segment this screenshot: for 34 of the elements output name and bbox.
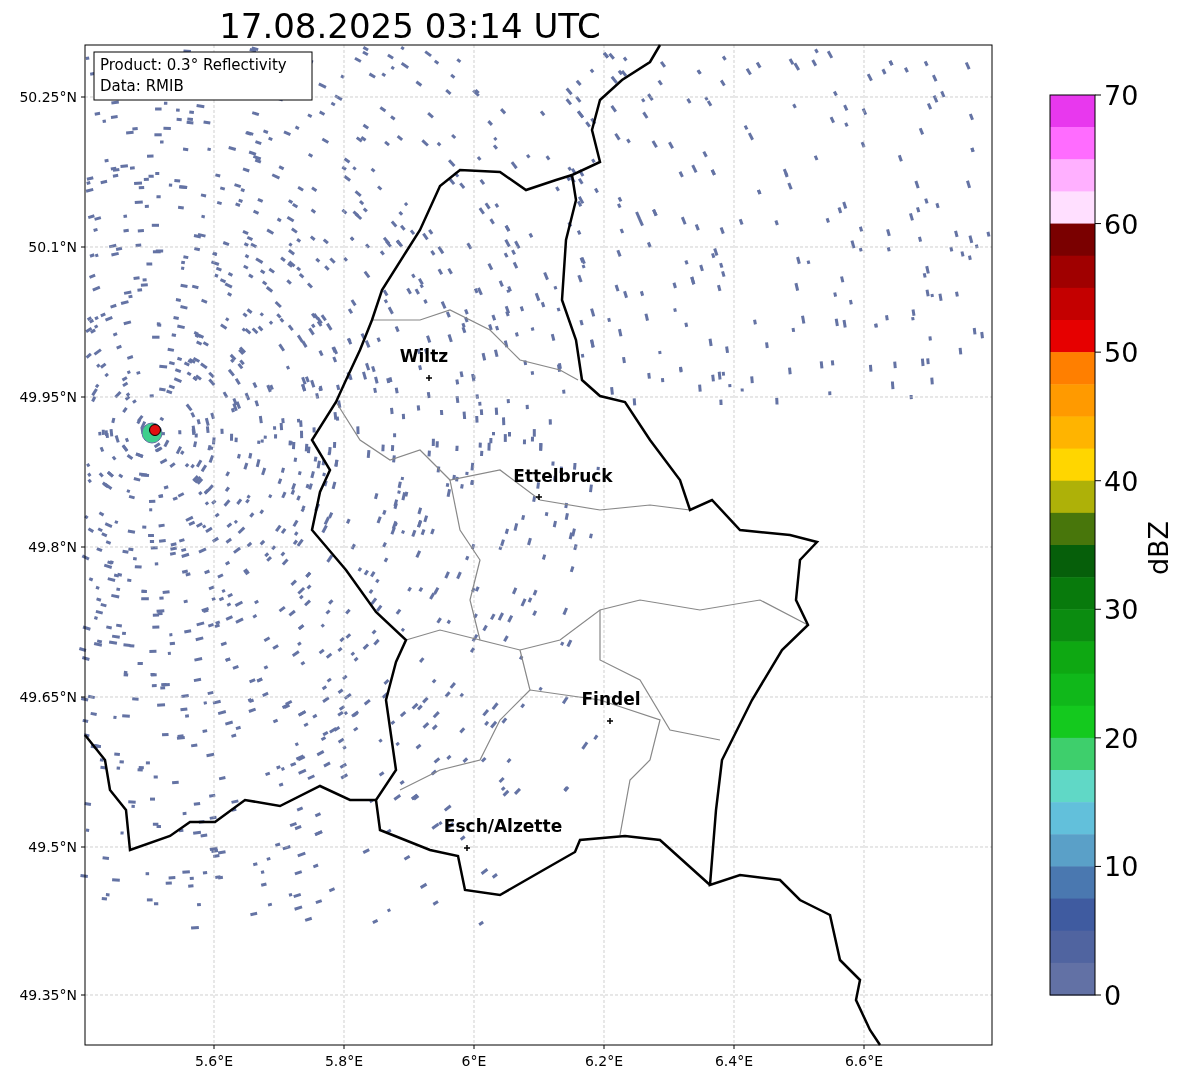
info-text: Data: RMIB (100, 77, 184, 95)
axis-tick-label: 6.6°E (844, 1053, 884, 1069)
city-label: Wiltz (399, 346, 449, 366)
city-label: Ettelbruck (513, 466, 613, 486)
colorbar-tick-label: 0 (1104, 980, 1122, 1011)
city-marker-icon (463, 844, 471, 852)
city-marker-icon (606, 717, 614, 725)
colorbar-tick-label: 60 (1104, 208, 1139, 240)
colorbar-tick-label: 40 (1104, 465, 1139, 497)
axis-tick-label: 50.25°N (19, 89, 77, 105)
city-marker-icon (535, 493, 543, 501)
colorbar-tick-label: 30 (1104, 594, 1139, 626)
colorbar-label: dBZ (1143, 520, 1174, 576)
axis-tick-label: 49.5°N (28, 839, 77, 855)
axis-tick-label: 50.1°N (28, 239, 77, 255)
colorbar-tick-label: 70 (1104, 80, 1139, 111)
axis-tick-label: 6°E (461, 1053, 487, 1069)
city-label: Findel (581, 689, 641, 709)
axis-tick-label: 6.2°E (584, 1053, 624, 1069)
axis-tick-label: 49.95°N (19, 389, 77, 405)
city-label: Esch/Alzette (443, 816, 563, 836)
colorbar-tick-label: 50 (1104, 337, 1139, 369)
info-text: Product: 0.3° Reflectivity (100, 56, 287, 74)
colorbar-tick-label: 20 (1104, 722, 1139, 754)
axis-tick-label: 49.65°N (19, 689, 77, 705)
city-marker-icon (425, 374, 433, 382)
chart-title: 17.08.2025 03:14 UTC (219, 6, 601, 46)
axis-tick-label: 5.6°E (194, 1053, 234, 1069)
axis-tick-label: 49.35°N (19, 987, 77, 1003)
colorbar-tick-label: 10 (1104, 851, 1139, 883)
radar-site-icon (141, 422, 163, 444)
axis-tick-label: 49.8°N (28, 539, 77, 555)
axis-tick-label: 6.4°E (714, 1053, 754, 1069)
axis-tick-label: 5.8°E (324, 1053, 364, 1069)
